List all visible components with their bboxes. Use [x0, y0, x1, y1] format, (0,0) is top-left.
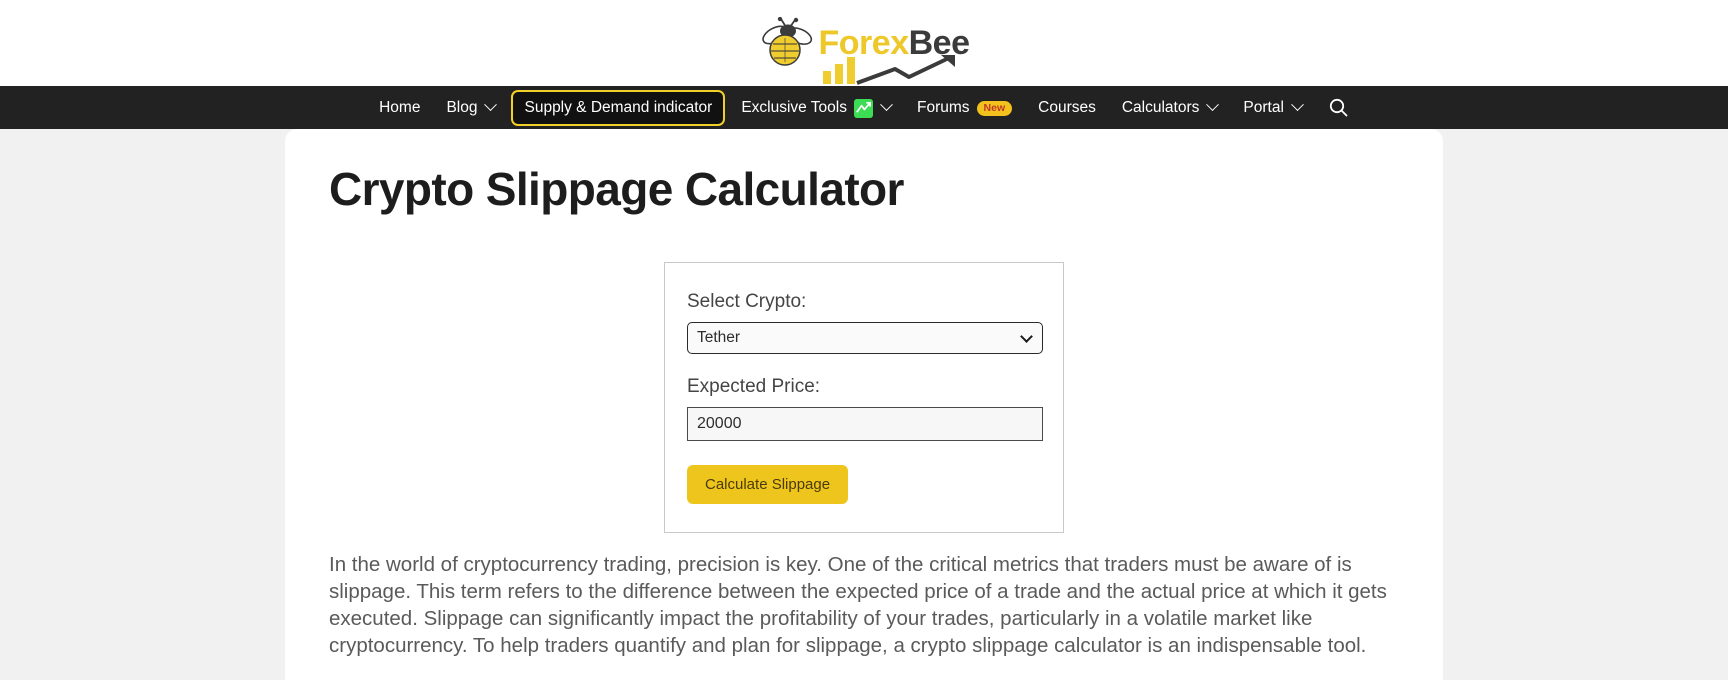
calculate-slippage-button[interactable]: Calculate Slippage	[687, 464, 849, 504]
slippage-calculator-form: Select Crypto: Tether Expected Price: Ca…	[664, 261, 1064, 533]
page-title: Crypto Slippage Calculator	[329, 163, 904, 215]
calculator-container: Select Crypto: Tether Expected Price: Ca…	[329, 261, 1399, 533]
nav-item-courses[interactable]: Courses	[1025, 86, 1109, 129]
nav-label-exclusive-tools: Exclusive Tools	[741, 98, 847, 116]
chevron-down-icon	[1291, 98, 1304, 112]
nav-item-supply-demand-indicator[interactable]: Supply & Demand indicator	[511, 89, 726, 126]
content-card: Crypto Slippage Calculator Select Crypto…	[285, 129, 1443, 680]
nav-label-portal: Portal	[1243, 98, 1284, 116]
main-navigation: Home Blog Supply & Demand indicator Excl…	[0, 86, 1728, 129]
expected-price-input[interactable]	[687, 406, 1043, 441]
search-icon	[1329, 98, 1348, 117]
select-crypto-dropdown[interactable]: Tether	[687, 321, 1043, 354]
search-button[interactable]	[1315, 86, 1362, 129]
nav-item-portal[interactable]: Portal	[1230, 86, 1315, 129]
page-background: Crypto Slippage Calculator Select Crypto…	[0, 129, 1728, 680]
nav-item-blog[interactable]: Blog	[433, 86, 508, 129]
chevron-down-icon	[484, 98, 498, 112]
expected-price-label: Expected Price:	[687, 375, 821, 397]
intro-paragraph: In the world of cryptocurrency trading, …	[329, 552, 1387, 658]
nav-label-blog: Blog	[446, 98, 478, 116]
status-badge-new: New	[976, 100, 1013, 117]
site-logo[interactable]: ForexBee	[759, 14, 970, 85]
nav-item-exclusive-tools[interactable]: Exclusive Tools	[728, 86, 904, 129]
bar-chart-arrow-icon	[822, 55, 955, 85]
nav-label-supply-demand-indicator: Supply & Demand indicator	[524, 98, 713, 116]
bee-icon	[761, 17, 812, 66]
nav-label-home: Home	[379, 98, 421, 116]
nav-item-home[interactable]: Home	[366, 86, 433, 129]
chart-increasing-emoji-icon	[854, 99, 873, 118]
select-crypto-shell: Tether	[687, 321, 1043, 354]
nav-label-courses: Courses	[1038, 98, 1096, 116]
select-crypto-label: Select Crypto:	[687, 290, 807, 312]
nav-label-forums: Forums	[917, 98, 970, 116]
nav-list: Home Blog Supply & Demand indicator Excl…	[366, 86, 1362, 129]
nav-item-calculators[interactable]: Calculators	[1109, 86, 1231, 129]
nav-item-forums[interactable]: Forums New	[904, 86, 1025, 129]
calculate-button-row: Calculate Slippage	[687, 441, 1039, 504]
nav-label-calculators: Calculators	[1121, 98, 1200, 116]
chevron-down-icon	[1206, 98, 1220, 112]
site-header: ForexBee	[0, 0, 1728, 86]
chevron-down-icon	[880, 98, 893, 112]
